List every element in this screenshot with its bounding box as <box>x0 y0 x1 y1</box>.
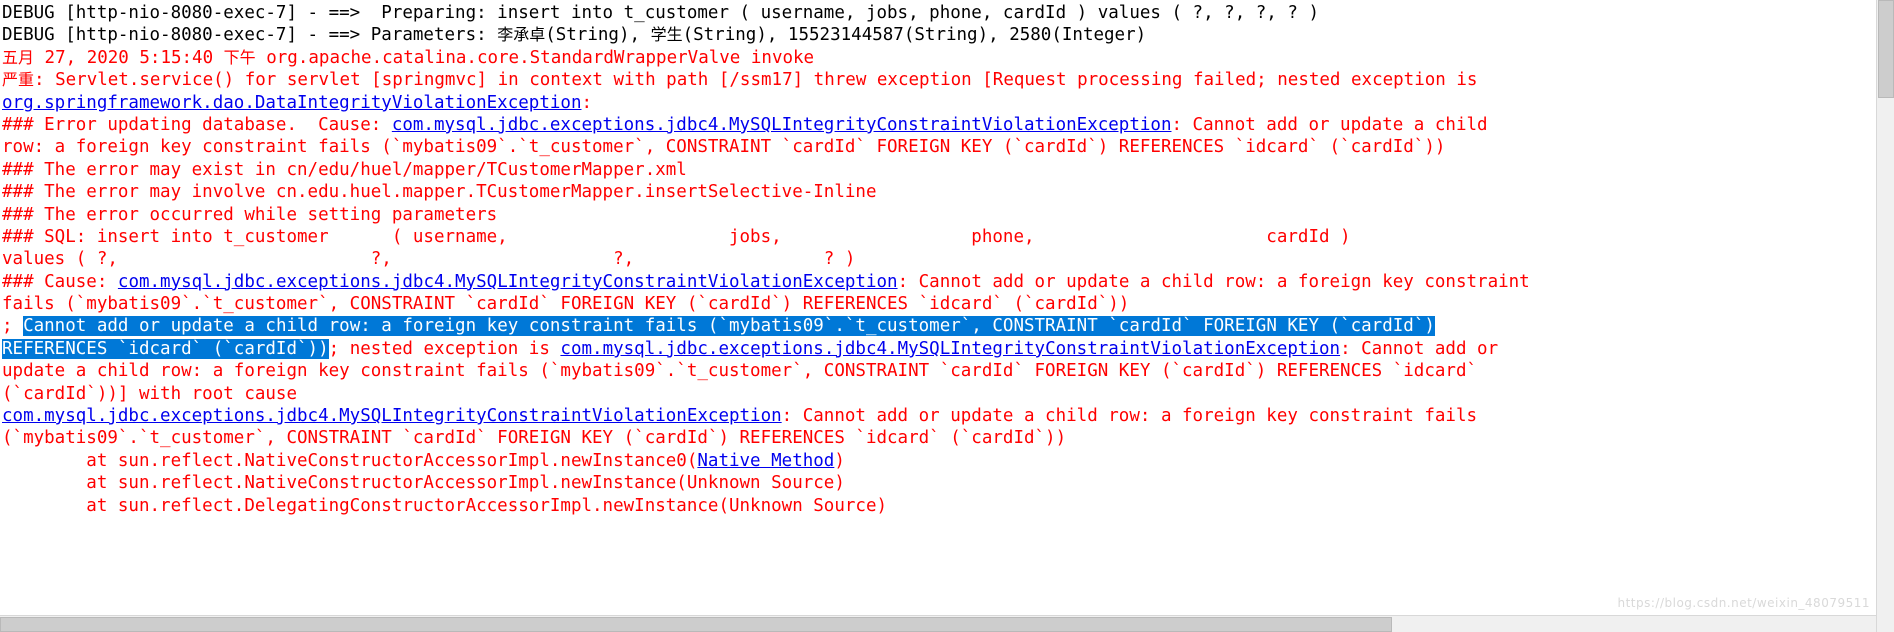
console-text: values ( ?, ?, ?, ? ) <box>2 249 856 270</box>
console-line-root-cause: (`cardId`))] with root cause <box>0 383 1894 405</box>
console-line-dao-exception: org.springframework.dao.DataIntegrityVio… <box>0 92 1894 114</box>
stacktrace-link[interactable]: com.mysql.jdbc.exceptions.jdbc4.MySQLInt… <box>560 339 1340 359</box>
console-line-severe: 严重: Servlet.service() for servlet [sprin… <box>0 69 1894 91</box>
console-text: : <box>581 92 593 113</box>
console-text: : Cannot add or update a child <box>1171 114 1488 135</box>
console-text: DEBUG [http-nio-8080-exec-7] - ==> Prepa… <box>2 3 1319 23</box>
horizontal-scrollbar-thumb[interactable] <box>0 617 1392 632</box>
stacktrace-link[interactable]: com.mysql.jdbc.exceptions.jdbc4.MySQLInt… <box>392 115 1172 135</box>
console-line-sql-statement: ### SQL: insert into t_customer ( userna… <box>0 226 1894 248</box>
console-text: update a child row: a foreign key constr… <box>2 361 1478 382</box>
stacktrace-link[interactable]: com.mysql.jdbc.exceptions.jdbc4.MySQLInt… <box>2 406 782 426</box>
console-line-error-may-involve: ### The error may involve cn.edu.huel.ma… <box>0 181 1894 203</box>
console-text: DEBUG [http-nio-8080-exec-7] - ==> Param… <box>2 25 498 46</box>
console-text: ### The error occurred while setting par… <box>2 204 498 225</box>
console-text: 27, 2020 5:15:40 <box>34 47 224 68</box>
console-line-fk-constraint-1: row: a foreign key constraint fails (`my… <box>0 136 1894 158</box>
console-line-list: DEBUG [http-nio-8080-exec-7] - ==> Prepa… <box>0 2 1894 517</box>
stacktrace-link[interactable]: com.mysql.jdbc.exceptions.jdbc4.MySQLInt… <box>118 272 898 292</box>
console-text: ; nested exception is <box>328 338 561 359</box>
console-text: ### Error updating database. Cause: <box>2 114 392 135</box>
stacktrace-link[interactable]: org.springframework.dao.DataIntegrityVio… <box>2 93 581 113</box>
watermark-text: https://blog.csdn.net/weixin_48079511 <box>1617 596 1870 610</box>
console-text: 五月 <box>2 47 35 67</box>
vertical-scrollbar[interactable] <box>1876 0 1894 632</box>
console-text: ### SQL: insert into t_customer ( userna… <box>2 226 1351 247</box>
console-text: : Cannot add or <box>1340 338 1499 359</box>
console-text: ### The error may involve cn.edu.huel.ma… <box>2 182 877 203</box>
console-text: at sun.reflect.NativeConstructorAccessor… <box>2 450 698 471</box>
console-text: row: a foreign key constraint fails (`my… <box>2 137 1446 158</box>
console-line-debug-parameters: DEBUG [http-nio-8080-exec-7] - ==> Param… <box>0 24 1894 46</box>
console-text: ) <box>834 450 845 471</box>
console-text: ; <box>2 316 24 337</box>
console-line-stacktrace-1: at sun.reflect.NativeConstructorAccessor… <box>0 450 1894 472</box>
console-text: at sun.reflect.NativeConstructorAccessor… <box>2 473 845 494</box>
console-text: 下午 <box>223 47 256 67</box>
console-text: 学生 <box>650 25 683 45</box>
console-text: (`cardId`))] with root cause <box>2 383 298 404</box>
console-line-error-updating-database: ### Error updating database. Cause: com.… <box>0 114 1894 136</box>
console-line-sql-values: values ( ?, ?, ?, ? ) <box>0 248 1894 270</box>
console-line-selected-2: REFERENCES `idcard` (`cardId`)); nested … <box>0 338 1894 360</box>
selected-text: Cannot add or update a child row: a fore… <box>23 316 1435 337</box>
console-text: ### Cause: <box>2 271 118 292</box>
console-text: (String), 15523144587(String), 2580(Inte… <box>682 25 1147 46</box>
console-line-error-may-exist: ### The error may exist in cn/edu/huel/m… <box>0 159 1894 181</box>
console-line-fk-constraint-3: update a child row: a foreign key constr… <box>0 360 1894 382</box>
console-line-cause: ### Cause: com.mysql.jdbc.exceptions.jdb… <box>0 271 1894 293</box>
console-text: 李承卓 <box>497 25 546 45</box>
console-line-fk-constraint-2: fails (`mybatis09`.`t_customer`, CONSTRA… <box>0 293 1894 315</box>
console-line-error-occurred: ### The error occurred while setting par… <box>0 204 1894 226</box>
console-text: : Servlet.service() for servlet [springm… <box>34 70 1478 91</box>
console-line-debug-preparing: DEBUG [http-nio-8080-exec-7] - ==> Prepa… <box>0 2 1894 24</box>
console-text: (`mybatis09`.`t_customer`, CONSTRAINT `c… <box>2 428 1067 449</box>
console-line-selected-1: ; Cannot add or update a child row: a fo… <box>0 315 1894 337</box>
console-line-timestamp: 五月 27, 2020 5:15:40 下午 org.apache.catali… <box>0 47 1894 69</box>
console-text: fails (`mybatis09`.`t_customer`, CONSTRA… <box>2 294 1130 315</box>
console-line-root-exception: com.mysql.jdbc.exceptions.jdbc4.MySQLInt… <box>0 405 1894 427</box>
console-text: : Cannot add or update a child row: a fo… <box>897 271 1530 292</box>
console-text: (String), <box>545 25 651 46</box>
console-output-panel[interactable]: DEBUG [http-nio-8080-exec-7] - ==> Prepa… <box>0 0 1894 632</box>
console-text: at sun.reflect.DelegatingConstructorAcce… <box>2 495 888 516</box>
console-text: ### The error may exist in cn/edu/huel/m… <box>2 159 687 180</box>
console-line-stacktrace-2: at sun.reflect.NativeConstructorAccessor… <box>0 472 1894 494</box>
console-line-stacktrace-3: at sun.reflect.DelegatingConstructorAcce… <box>0 495 1894 517</box>
vertical-scrollbar-thumb[interactable] <box>1878 0 1894 98</box>
console-line-fk-constraint-4: (`mybatis09`.`t_customer`, CONSTRAINT `c… <box>0 427 1894 449</box>
horizontal-scrollbar[interactable] <box>0 615 1877 632</box>
console-text: org.apache.catalina.core.StandardWrapper… <box>255 47 815 68</box>
console-text: : Cannot add or update a child row: a fo… <box>781 406 1478 427</box>
stacktrace-link[interactable]: Native Method <box>697 451 834 471</box>
console-text: 严重 <box>2 70 35 90</box>
selected-text: REFERENCES `idcard` (`cardId`)) <box>2 338 329 359</box>
